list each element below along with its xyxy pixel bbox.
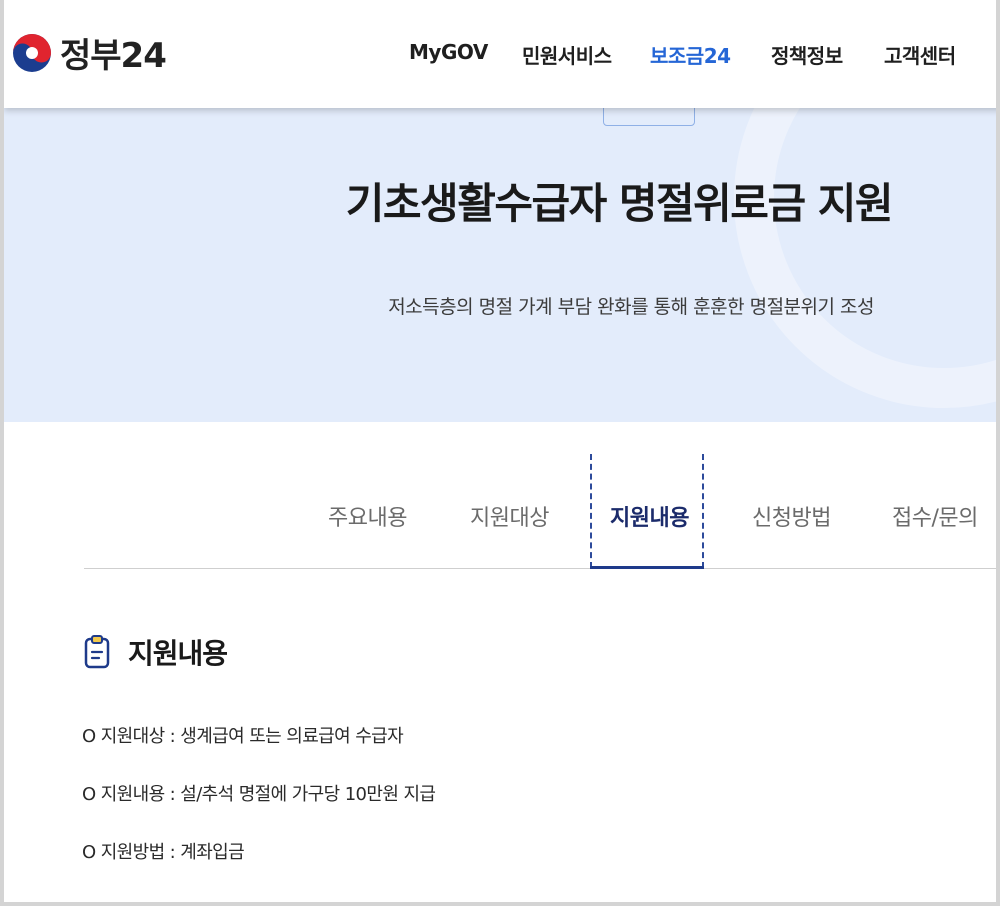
tab-main-content[interactable]: 주요내용 bbox=[328, 500, 407, 532]
nav-policy-info[interactable]: 정책정보 bbox=[771, 40, 843, 69]
nav-subsidy24[interactable]: 보조금24 bbox=[650, 40, 731, 69]
tab-how-to-apply[interactable]: 신청방법 bbox=[752, 500, 831, 532]
tab-contact[interactable]: 접수/문의 bbox=[892, 500, 978, 532]
support-info-list: O 지원대상 : 생계급여 또는 의료급여 수급자 O 지원내용 : 설/추석 … bbox=[82, 722, 436, 896]
site-header: 정부24 MyGOV 민원서비스 보조금24 정책정보 고객센터 bbox=[4, 0, 996, 108]
nav-civil-services[interactable]: 민원서비스 bbox=[522, 40, 612, 69]
hero-banner: 기초생활수급자 명절위로금 지원 저소득층의 명절 가계 부담 완화를 통해 훈… bbox=[4, 108, 996, 422]
active-tab-underline bbox=[590, 566, 704, 569]
page-frame: 정부24 MyGOV 민원서비스 보조금24 정책정보 고객센터 기초생활수급자… bbox=[0, 0, 1000, 906]
clipboard-icon bbox=[84, 635, 110, 669]
page-title: 기초생활수급자 명절위로금 지원 bbox=[345, 179, 894, 228]
category-tag bbox=[603, 108, 695, 126]
page-subtitle: 저소득층의 명절 가계 부담 완화를 통해 훈훈한 명절분위기 조성 bbox=[388, 296, 874, 318]
nav-customer-center[interactable]: 고객센터 bbox=[884, 40, 956, 69]
list-item: O 지원대상 : 생계급여 또는 의료급여 수급자 bbox=[82, 726, 404, 747]
section-title: 지원내용 bbox=[128, 637, 228, 670]
main-nav: MyGOV 민원서비스 보조금24 정책정보 고객센터 bbox=[4, 40, 996, 70]
tab-support-details[interactable]: 지원내용 bbox=[610, 500, 689, 532]
tab-divider bbox=[84, 568, 996, 569]
list-item: O 지원방법 : 계좌입금 bbox=[82, 842, 245, 863]
section-header: 지원내용 bbox=[84, 632, 228, 672]
list-item: O 지원내용 : 설/추석 명절에 가구당 10만원 지급 bbox=[82, 784, 436, 805]
nav-mygov[interactable]: MyGOV bbox=[409, 40, 488, 64]
tab-eligibility[interactable]: 지원대상 bbox=[470, 500, 549, 532]
hero-decoration bbox=[734, 108, 996, 408]
content-tabs: 주요내용 지원대상 지원내용 신청방법 접수/문의 bbox=[4, 422, 996, 570]
